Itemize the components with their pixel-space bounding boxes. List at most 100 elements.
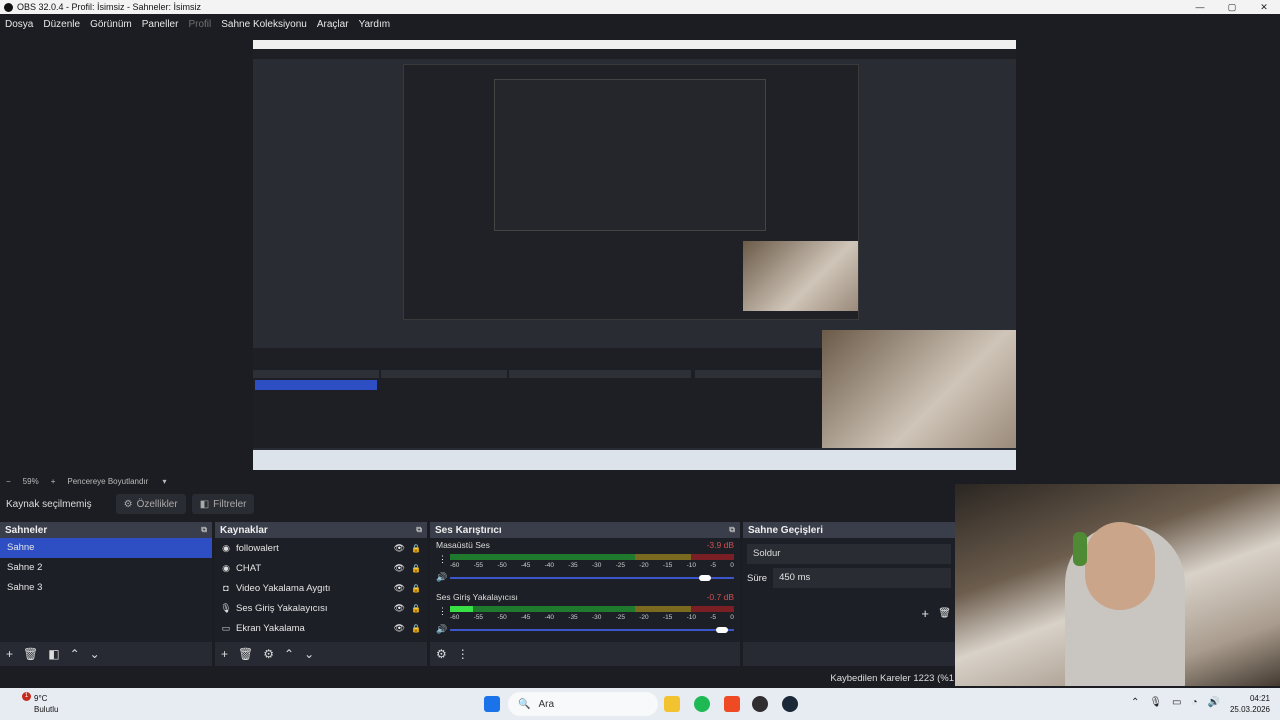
source-properties-button[interactable]: ⚙ — [263, 647, 274, 661]
preview-nested-capture-inner — [494, 79, 766, 231]
scene-item[interactable]: Sahne 3 — [0, 578, 212, 598]
menu-araclar[interactable]: Araçlar — [317, 19, 349, 30]
add-source-button[interactable]: + — [221, 647, 228, 661]
meter-tick-label: -40 — [544, 614, 555, 621]
maximize-button[interactable]: ▢ — [1216, 0, 1248, 14]
source-name: CHAT — [236, 562, 262, 574]
sources-dock-header: Kaynaklar ⧉ — [215, 522, 427, 538]
add-transition-button[interactable]: + — [921, 606, 929, 621]
source-item[interactable]: ▭ Ekran Yakalama 👁 🔒 — [215, 618, 427, 638]
remove-transition-button[interactable]: 🗑 — [938, 608, 951, 619]
remove-source-button[interactable]: 🗑 — [238, 647, 253, 661]
lock-icon[interactable]: 🔒 — [411, 604, 421, 613]
status-bar: Kaybedilen Kareler 1223 (%1 — [0, 668, 1280, 688]
preview-nested-menubar — [253, 49, 1016, 59]
network-icon[interactable]: ◔ — [1192, 697, 1198, 708]
windows-start-icon[interactable] — [484, 696, 500, 712]
obs-taskbar-icon[interactable] — [752, 696, 768, 712]
transition-select[interactable]: Soldur — [747, 544, 951, 564]
filters-button[interactable]: ◧ Filtreler — [191, 494, 255, 514]
file-explorer-icon[interactable] — [664, 696, 680, 712]
lock-icon[interactable]: 🔒 — [411, 544, 421, 553]
close-button[interactable]: ✕ — [1248, 0, 1280, 14]
monitor-icon: ▭ — [221, 622, 231, 633]
source-item[interactable]: ◉ CHAT 👁 🔒 — [215, 558, 427, 578]
minimize-button[interactable]: — — [1184, 0, 1216, 14]
sources-dock: Kaynaklar ⧉ ◉ followalert 👁 🔒 ◉ CHAT 👁 🔒… — [215, 522, 427, 666]
source-name: Ekran Yakalama — [236, 622, 305, 634]
zoom-mode-dropdown[interactable]: Pencereye Boyutlandır ▾ — [67, 477, 178, 486]
menu-sahne-koleksiyonu[interactable]: Sahne Koleksiyonu — [221, 19, 307, 30]
source-name: Video Yakalama Aygıtı — [236, 582, 331, 594]
speaker-icon[interactable]: 🔊 — [436, 572, 447, 583]
steam-icon[interactable] — [782, 696, 798, 712]
advanced-audio-button[interactable]: ⚙ — [436, 647, 447, 661]
menu-gorunum[interactable]: Görünüm — [90, 19, 132, 30]
webcam-overlay — [955, 484, 1280, 686]
zoom-in-button[interactable]: + — [51, 477, 56, 486]
audio-mixer-title: Ses Karıştırıcı — [435, 524, 502, 536]
source-item[interactable]: 🎙 Ses Giriş Yakalayıcısı 👁 🔒 — [215, 598, 427, 618]
display-icon[interactable]: ▭ — [1172, 697, 1181, 708]
duration-input[interactable]: 450 ms — [773, 568, 951, 588]
taskbar-clock[interactable]: 04:21 25.03.2026 — [1230, 693, 1270, 715]
brave-browser-icon[interactable] — [724, 696, 740, 712]
preview-nested-capture — [403, 64, 859, 320]
preview-nested-dock-header — [695, 370, 821, 378]
fader-knob[interactable] — [716, 627, 729, 633]
menu-paneller[interactable]: Paneller — [142, 19, 179, 30]
zoom-out-button[interactable]: − — [6, 477, 11, 486]
menu-profil[interactable]: Profil — [188, 19, 211, 30]
fader-knob[interactable] — [699, 575, 712, 581]
visibility-eye-icon[interactable]: 👁 — [394, 623, 405, 634]
chevron-up-icon[interactable]: ⌃ — [1131, 697, 1139, 708]
notification-badge: 1 — [22, 692, 31, 701]
spotify-icon[interactable] — [694, 696, 710, 712]
visibility-eye-icon[interactable]: 👁 — [394, 543, 405, 554]
meter-tick-label: -55 — [473, 614, 484, 621]
lock-icon[interactable]: 🔒 — [411, 624, 421, 633]
program-preview[interactable] — [253, 40, 1016, 470]
meter-tick-label: -60 — [450, 562, 460, 569]
channel-menu-icon[interactable]: ⋮ — [438, 606, 447, 617]
meter-ticks: -60 -55 -50 -45 -40 -35 -30 -25 -20 -15 -10 -5 0 — [450, 614, 734, 621]
move-up-button[interactable]: ⌃ — [284, 647, 294, 661]
volume-icon[interactable]: 🔊 — [1208, 697, 1220, 708]
undock-icon[interactable]: ⧉ — [416, 525, 422, 535]
source-item[interactable]: ◉ followalert 👁 🔒 — [215, 538, 427, 558]
move-down-button[interactable]: ⌄ — [90, 647, 100, 661]
speaker-icon[interactable]: 🔊 — [436, 624, 447, 635]
move-down-button[interactable]: ⌄ — [304, 647, 314, 661]
visibility-eye-icon[interactable]: 👁 — [394, 563, 405, 574]
menu-yardim[interactable]: Yardım — [359, 19, 391, 30]
menu-duzenle[interactable]: Düzenle — [43, 19, 80, 30]
visibility-eye-icon[interactable]: 👁 — [394, 603, 405, 614]
mixer-toolbar: ⚙ ⋮ — [430, 642, 740, 666]
volume-fader[interactable] — [450, 627, 734, 633]
scene-item[interactable]: Sahne 2 — [0, 558, 212, 578]
lock-icon[interactable]: 🔒 — [411, 584, 421, 593]
scene-item[interactable]: Sahne — [0, 538, 212, 558]
visibility-eye-icon[interactable]: 👁 — [394, 583, 405, 594]
taskbar-search[interactable]: 🔍 Ara — [508, 692, 658, 716]
undock-icon[interactable]: ⧉ — [729, 525, 735, 535]
move-up-button[interactable]: ⌃ — [70, 647, 80, 661]
microphone-icon: 🎙 — [220, 602, 232, 613]
add-scene-button[interactable]: + — [6, 647, 13, 661]
scenes-title: Sahneler — [5, 524, 48, 536]
scene-filters-button[interactable]: ◧ — [48, 647, 59, 661]
meter-tick-label: -50 — [497, 614, 507, 621]
source-item[interactable]: ◘ Video Yakalama Aygıtı 👁 🔒 — [215, 578, 427, 598]
channel-menu-icon[interactable]: ⋮ — [438, 554, 447, 565]
menu-dosya[interactable]: Dosya — [5, 19, 33, 30]
microphone-icon[interactable]: 🎙 — [1149, 697, 1162, 708]
lock-icon[interactable]: 🔒 — [411, 564, 421, 573]
meter-tick-label: -20 — [639, 614, 649, 621]
properties-button[interactable]: ⚙ Özellikler — [115, 494, 186, 514]
undock-icon[interactable]: ⧉ — [201, 525, 207, 535]
mixer-menu-button[interactable]: ⋮ — [457, 647, 469, 661]
preview-nested-dock-header — [253, 370, 379, 378]
volume-fader[interactable] — [450, 575, 734, 581]
context-bar: Kaynak seçilmemiş ⚙ Özellikler ◧ Filtrel… — [0, 490, 955, 518]
remove-scene-button[interactable]: 🗑 — [23, 647, 38, 661]
